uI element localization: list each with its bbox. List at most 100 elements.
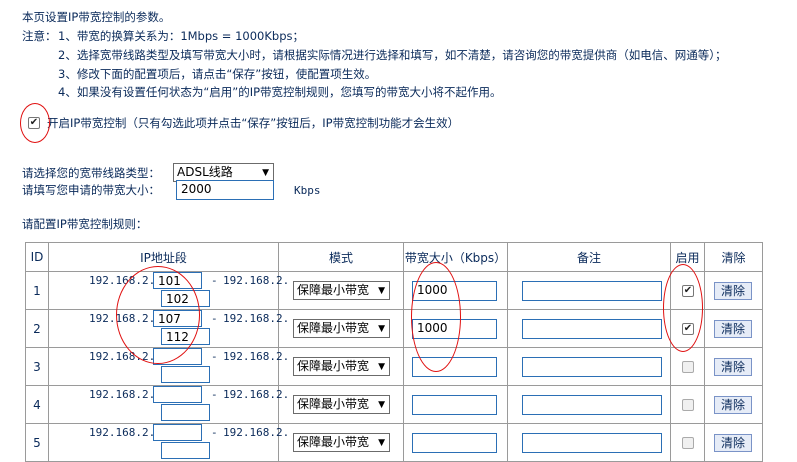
rule-bandwidth-input[interactable] [412,357,497,377]
clear-button[interactable]: 清除 [714,282,752,300]
ip-range-cell: 192.168.2. 101 - 192.168.2. 102 [48,271,289,310]
row-id: 4 [25,385,49,424]
bandwidth-cell [403,347,508,386]
rule-enable-checkbox[interactable] [682,361,694,373]
mode-value: 保障最小带宽 [297,435,370,449]
chevron-down-icon: ▼ [378,400,385,410]
ip-prefix-start: 192.168.2. [89,388,156,401]
note-item-3: 3、修改下面的配置项后，请点击“保存”按钮，使配置项生效。 [58,67,377,81]
enable-bandwidth-control-label: 开启IP带宽控制（只有勾选此项并点击“保存”按钮后，IP带宽控制功能才会生效） [47,116,460,130]
ip-range-cell: 192.168.2. - 192.168.2. [48,385,289,424]
mode-value: 保障最小带宽 [297,283,370,297]
mode-select[interactable]: 保障最小带宽 ▼ [293,357,390,376]
ip-range-cell: 192.168.2. - 192.168.2. [48,423,289,462]
ip-end-input[interactable]: 112 [161,328,210,345]
clear-button[interactable]: 清除 [714,396,752,414]
ip-range-dash: - [211,350,218,363]
mode-value: 保障最小带宽 [297,321,370,335]
enable-cell [670,423,705,462]
chevron-down-icon: ▼ [378,286,385,296]
notes-label: 注意： [22,29,57,43]
clear-cell: 清除 [704,309,763,348]
rule-note-input[interactable] [522,395,662,415]
ip-start-input[interactable]: 101 [153,272,202,289]
row-id: 2 [25,309,49,348]
mode-value: 保障最小带宽 [297,397,370,411]
col-mode: 模式 [278,242,404,272]
ip-start-input[interactable] [153,386,202,403]
enable-cell: ✔ [670,309,705,348]
ip-range-dash: - [211,426,218,439]
bandwidth-unit: Kbps [294,184,321,197]
table-row: 5 192.168.2. - 192.168.2. 保障最小带宽 ▼ 清除 [25,423,763,462]
enable-bandwidth-control-checkbox[interactable]: ✔ [28,117,40,129]
chevron-down-icon: ▼ [262,168,269,178]
rule-bandwidth-input[interactable]: 1000 [412,319,497,339]
col-ip: IP地址段 [48,242,279,272]
bandwidth-cell [403,423,508,462]
col-note: 备注 [507,242,671,272]
ip-start-input[interactable] [153,348,202,365]
bandwidth-input[interactable]: 2000 [176,180,274,200]
note-cell [507,271,671,310]
chevron-down-icon: ▼ [378,362,385,372]
table-row: 2 192.168.2. 107 - 192.168.2. 112 保障最小带宽… [25,309,763,348]
row-id: 3 [25,347,49,386]
ip-end-input[interactable] [161,404,210,421]
page-intro: 本页设置IP带宽控制的参数。 [22,10,171,24]
note-item-4: 4、如果没有设置任何状态为“启用”的IP带宽控制规则，您填写的带宽大小将不起作用… [58,85,502,99]
bandwidth-cell [403,385,508,424]
ip-prefix-start: 192.168.2. [89,312,156,325]
col-bandwidth: 带宽大小（Kbps） [403,242,508,272]
clear-button[interactable]: 清除 [714,358,752,376]
rule-note-input[interactable] [522,433,662,453]
chevron-down-icon: ▼ [378,324,385,334]
clear-button[interactable]: 清除 [714,320,752,338]
ip-end-input[interactable] [161,442,210,459]
rule-enable-checkbox[interactable]: ✔ [682,323,694,335]
mode-select[interactable]: 保障最小带宽 ▼ [293,319,390,338]
note-item-2: 2、选择宽带线路类型及填写带宽大小时，请根据实际情况进行选择和填写，如不清楚，请… [58,48,727,62]
table-row: 3 192.168.2. - 192.168.2. 保障最小带宽 ▼ 清除 [25,347,763,386]
ip-end-input[interactable] [161,366,210,383]
table-header-row: ID IP地址段 模式 带宽大小（Kbps） 备注 启用 清除 [25,242,763,272]
ip-end-input[interactable]: 102 [161,290,210,307]
rule-bandwidth-input[interactable] [412,433,497,453]
mode-select[interactable]: 保障最小带宽 ▼ [293,395,390,414]
ip-start-input[interactable] [153,424,202,441]
bandwidth-cell: 1000 [403,271,508,310]
rule-note-input[interactable] [522,281,662,301]
rule-enable-checkbox[interactable]: ✔ [682,285,694,297]
mode-select[interactable]: 保障最小带宽 ▼ [293,433,390,452]
ip-range-dash: - [211,312,218,325]
ip-range-dash: - [211,274,218,287]
enable-cell [670,347,705,386]
table-row: 4 192.168.2. - 192.168.2. 保障最小带宽 ▼ 清除 [25,385,763,424]
col-enable: 启用 [670,242,705,272]
note-cell [507,423,671,462]
mode-cell: 保障最小带宽 ▼ [278,423,404,462]
line-type-label: 请选择您的宽带线路类型： [22,166,160,180]
col-id: ID [25,242,49,272]
enable-cell [670,385,705,424]
clear-button[interactable]: 清除 [714,434,752,452]
rule-bandwidth-input[interactable]: 1000 [412,281,497,301]
rule-enable-checkbox[interactable] [682,437,694,449]
ip-prefix-start: 192.168.2. [89,426,156,439]
bandwidth-cell: 1000 [403,309,508,348]
rule-enable-checkbox[interactable] [682,399,694,411]
ip-range-dash: - [211,388,218,401]
enable-cell: ✔ [670,271,705,310]
ip-start-input[interactable]: 107 [153,310,202,327]
row-id: 1 [25,271,49,310]
rule-note-input[interactable] [522,357,662,377]
mode-cell: 保障最小带宽 ▼ [278,347,404,386]
bandwidth-label: 请填写您申请的带宽大小： [22,183,160,197]
row-id: 5 [25,423,49,462]
rule-bandwidth-input[interactable] [412,395,497,415]
mode-cell: 保障最小带宽 ▼ [278,309,404,348]
mode-select[interactable]: 保障最小带宽 ▼ [293,281,390,300]
clear-cell: 清除 [704,271,763,310]
chevron-down-icon: ▼ [378,438,385,448]
rule-note-input[interactable] [522,319,662,339]
